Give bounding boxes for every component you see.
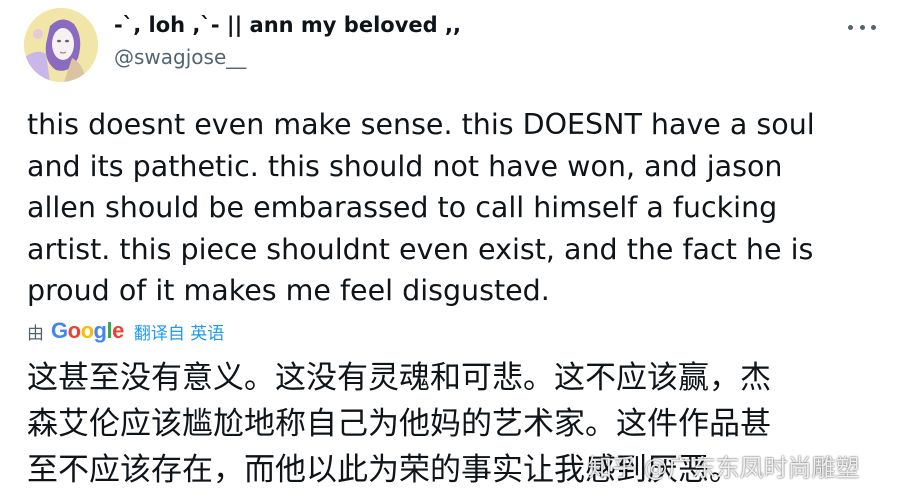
translated-text-line: 森艾伦应该尴尬地称自己为他妈的艺术家。这件作品甚 [27,406,771,442]
translated-by-label: 由 [27,323,44,344]
avatar-image [24,8,98,82]
google-logo: Google [51,318,124,343]
tweet-text-line: proud of it makes me feel disgusted. [27,274,550,307]
tweet-text-line: allen should be embarassed to call himse… [27,191,778,224]
avatar[interactable] [24,8,98,82]
tweet-text-line: and its pathetic. this should not have w… [27,149,783,183]
translated-text-line: 这甚至没有意义。这没有灵魂和可悲。这不应该赢，杰 [27,360,771,396]
tweet-text-line: this doesnt even make sense. this DOESNT… [27,108,815,141]
translate-source-link[interactable]: 翻译自 英语 [134,319,224,344]
tweet-text: this doesnt even make sense. this DOESNT… [27,104,887,312]
watermark: 知乎 @广东东凤时尚雕塑 [588,454,860,482]
more-options-icon[interactable] [848,20,876,34]
more-dot [848,24,853,30]
tweet-text-line: artist. this piece shouldnt even exist, … [27,232,814,266]
tweet-card: -`, loh ,`- || ann my beloved ,, @swagjo… [0,0,900,501]
user-handle[interactable]: @swagjose__ [114,45,246,69]
more-dot [859,24,865,30]
display-name[interactable]: -`, loh ,`- || ann my beloved ,, [114,13,461,37]
more-dot [871,24,876,30]
translation-attribution: 由 Google 翻译自 英语 [27,316,224,346]
